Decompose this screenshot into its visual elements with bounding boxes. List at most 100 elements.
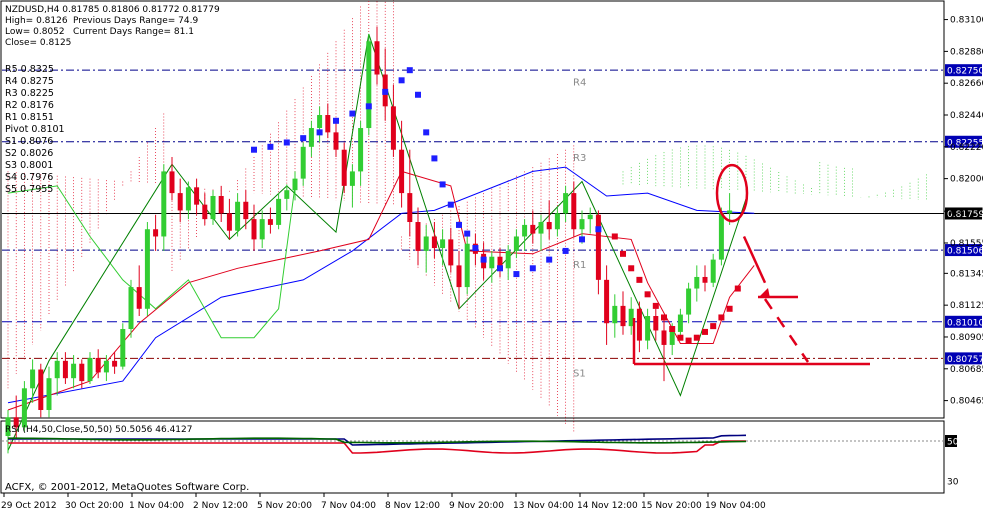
y-tick-label: 0.82000 [950, 175, 983, 185]
level-text: R1 [573, 260, 586, 271]
sar-dot [431, 155, 438, 162]
candle-body [571, 193, 577, 230]
pivot-p: Pivot 0.8101 [5, 124, 65, 135]
candle-body [235, 201, 241, 231]
sar-dot [497, 265, 503, 272]
rsi-title: RSI (H4,50,Close,50,50) 50.5056 46.4127 [5, 425, 192, 435]
sar-dot [661, 314, 667, 321]
pivot-r1: R1 0.8151 [5, 112, 54, 123]
sar-dot [439, 181, 446, 188]
candle-body [284, 190, 290, 199]
level-text: S1 [573, 368, 586, 379]
pivot-r2: R2 0.8176 [5, 100, 54, 111]
candle-body [489, 256, 495, 269]
level-text: R4 [573, 78, 586, 89]
candle-body [210, 195, 216, 220]
price-box-label: 0.81010 [947, 318, 983, 328]
candle-body [62, 360, 68, 379]
x-tick-label: 2 Nov 12:00 [193, 501, 248, 511]
x-tick-label: 9 Nov 20:00 [449, 501, 504, 511]
y-tick-label: 0.82440 [950, 111, 983, 121]
previous-range: Previous Days Range= 74.9 [73, 16, 198, 26]
candle-body [620, 305, 626, 327]
candle-body [423, 236, 429, 251]
candle-body [530, 224, 536, 234]
candle-body [120, 329, 126, 367]
sar-dot [693, 334, 700, 341]
candle-body [645, 316, 651, 341]
x-tick-label: 14 Nov 12:00 [577, 501, 638, 511]
candle-body [267, 219, 273, 225]
sar-dot [595, 226, 602, 233]
pivot-s4: S4 0.7976 [5, 172, 53, 183]
candle-body [202, 204, 208, 220]
candle-body [194, 187, 200, 205]
candle-body [103, 360, 109, 373]
candle-body [636, 308, 642, 341]
candle-body [128, 287, 134, 330]
candle-body [259, 219, 265, 240]
y-tick-label: 0.81125 [950, 301, 983, 311]
candle-body [464, 243, 470, 288]
rsi-tick-label: 50 [947, 438, 959, 448]
candle-body [604, 279, 610, 324]
candle-body [308, 128, 314, 147]
candle-body [538, 222, 544, 234]
sar-dot [677, 334, 684, 341]
sar-dot [349, 110, 356, 117]
candle-body [112, 360, 118, 367]
x-tick-label: 13 Nov 04:00 [513, 501, 574, 511]
pivot-s1: S1 0.8076 [5, 136, 53, 147]
candle-body [694, 276, 700, 289]
candle-body [587, 214, 593, 220]
candle-body [448, 239, 454, 266]
x-tick-label: 19 Nov 04:00 [705, 501, 766, 511]
price-box-label: 0.82750 [947, 67, 983, 77]
candle-body [226, 213, 232, 231]
candle-body [579, 219, 585, 230]
candle-body [30, 369, 36, 389]
candle-body [144, 229, 150, 309]
candle-body [218, 195, 224, 214]
candle-body [513, 236, 519, 251]
high-value: High= 0.8126 [5, 16, 68, 26]
candle-body [677, 314, 683, 332]
candle-body [276, 198, 282, 225]
sar-dot [267, 143, 274, 150]
sar-dot [513, 271, 520, 278]
candle-body [38, 369, 44, 410]
sar-dot [579, 236, 585, 243]
candle-body [46, 378, 52, 410]
sar-dot [620, 250, 626, 257]
level-text: R3 [573, 153, 586, 164]
candle-body [185, 187, 191, 211]
candle-body [546, 222, 552, 230]
candle-body [79, 363, 85, 382]
candle-body [686, 288, 692, 315]
pivot-r4: R4 0.8275 [5, 76, 54, 87]
sar-dot [529, 265, 536, 272]
sar-dot [406, 67, 413, 74]
sar-dot [702, 328, 708, 335]
candle-body [702, 276, 708, 283]
candle-body [317, 115, 323, 129]
candle-body [292, 178, 298, 191]
sar-dot [382, 88, 389, 95]
sar-dot [447, 201, 454, 208]
candle-body [333, 132, 339, 150]
candle-body [554, 213, 560, 230]
sar-dot [718, 314, 725, 321]
y-tick-label: 0.83100 [950, 16, 983, 26]
y-tick-label: 0.82880 [950, 47, 983, 57]
candle-body [251, 219, 257, 240]
candle-body [522, 224, 528, 237]
sar-dot [710, 323, 717, 330]
x-tick-label: 8 Nov 12:00 [385, 501, 440, 511]
low-value: Low= 0.8052 [5, 27, 65, 37]
sar-dot [423, 129, 430, 136]
candle-body [661, 330, 667, 345]
candle-body [440, 239, 446, 249]
candle-body [727, 210, 733, 214]
candle-body [71, 363, 77, 379]
sar-dot [251, 146, 257, 153]
